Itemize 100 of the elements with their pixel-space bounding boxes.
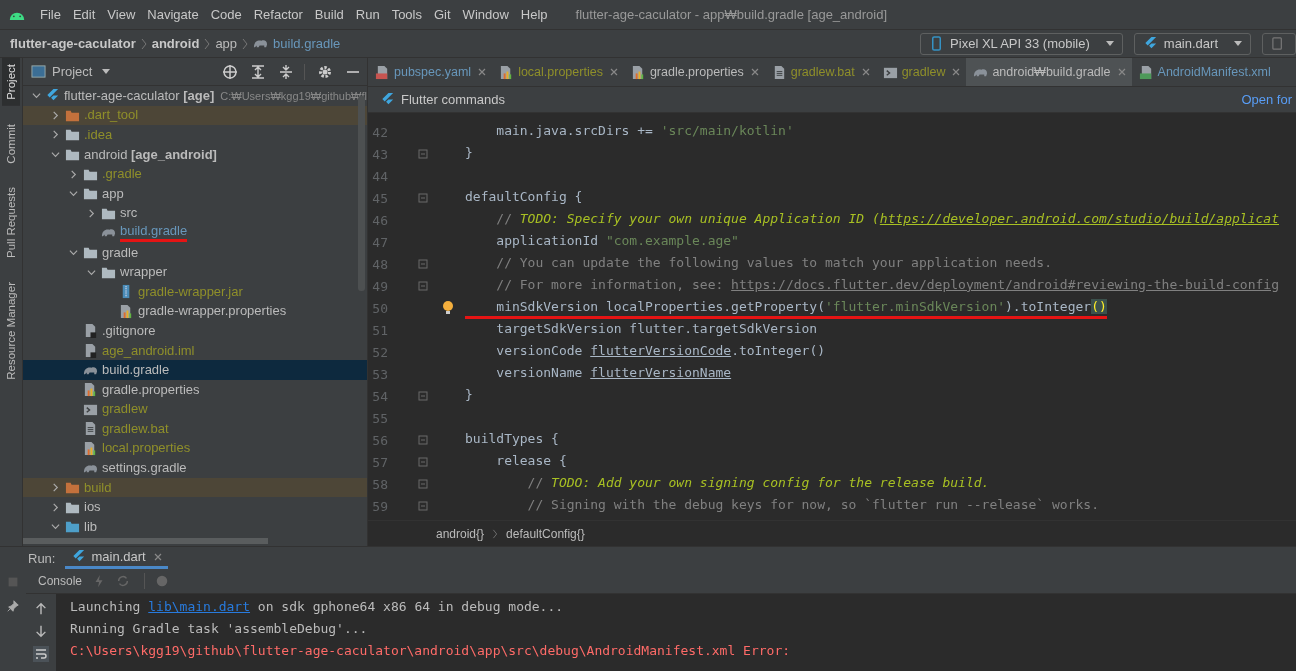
tool-window-tab[interactable]: Commit	[2, 117, 20, 170]
console-tab[interactable]: Console	[38, 574, 83, 588]
fold-marker-icon[interactable]	[418, 259, 428, 269]
breadcrumb-item[interactable]: build.gradle	[273, 36, 341, 51]
menu-item[interactable]: Code	[210, 7, 242, 22]
collapse-all-icon[interactable]	[278, 63, 294, 80]
fold-marker-icon[interactable]	[418, 193, 428, 203]
chevron-down-icon[interactable]	[86, 267, 96, 277]
tree-item[interactable]: lib	[23, 517, 367, 537]
chevron-right-icon[interactable]	[68, 169, 78, 179]
view-dropdown[interactable]: Project	[52, 64, 111, 79]
menu-item[interactable]: Run	[355, 7, 380, 22]
run-tab[interactable]: main.dart	[65, 547, 168, 569]
fold-marker-icon[interactable]	[418, 501, 428, 511]
close-icon[interactable]	[1117, 68, 1126, 76]
device-manager-button[interactable]	[1262, 32, 1296, 55]
close-icon[interactable]	[861, 68, 870, 76]
chevron-down-icon[interactable]	[68, 189, 78, 199]
open-link[interactable]: Open for	[1241, 92, 1292, 107]
chevron-right-icon[interactable]	[86, 208, 96, 218]
tool-window-tab[interactable]: Pull Requests	[2, 181, 20, 265]
tree-item[interactable]: local.properties	[23, 438, 367, 459]
close-icon[interactable]	[153, 552, 162, 561]
tree-item[interactable]: gradle-wrapper.properties	[23, 301, 367, 322]
menu-item[interactable]: Edit	[72, 7, 96, 22]
close-icon[interactable]	[952, 68, 961, 76]
device-dropdown[interactable]: Pixel XL API 33 (mobile)	[920, 32, 1123, 55]
menu-item[interactable]: Git	[434, 7, 451, 22]
locate-icon[interactable]	[222, 63, 238, 80]
close-icon[interactable]	[609, 68, 618, 76]
menu-item[interactable]: Help	[520, 7, 548, 22]
menu-item[interactable]: Tools	[391, 7, 422, 22]
tool-window-tab[interactable]: Resource Manager	[2, 276, 20, 387]
close-icon[interactable]	[478, 68, 487, 76]
arrow-down-icon[interactable]	[34, 624, 48, 638]
editor-tab[interactable]: gradlew.bat	[764, 58, 876, 86]
arrow-up-icon[interactable]	[34, 602, 48, 616]
breadcrumb-item[interactable]: android{}	[436, 526, 485, 541]
breadcrumb-item[interactable]: flutter-age-caculator	[10, 36, 136, 51]
settings-icon[interactable]	[317, 63, 333, 80]
chevron-down-icon[interactable]	[31, 91, 41, 101]
tree-item[interactable]: wrapper	[23, 262, 367, 282]
tree-item[interactable]: ios	[23, 497, 367, 518]
menu-item[interactable]: View	[107, 7, 136, 22]
menu-item[interactable]: File	[40, 7, 61, 22]
run-config-dropdown[interactable]: main.dart	[1133, 32, 1251, 55]
editor-tab[interactable]: pubspec.yaml	[368, 58, 493, 86]
tree-item[interactable]: flutter-age-caculator [age] C:₩Users₩kgg19₩github₩fl	[23, 86, 367, 106]
pin-icon[interactable]	[6, 599, 20, 613]
fold-marker-icon[interactable]	[418, 479, 428, 489]
tree-item[interactable]: settings.gradle	[23, 458, 367, 478]
tree-item[interactable]: gradlew	[23, 399, 367, 420]
tree-item[interactable]: app	[23, 183, 367, 204]
tree-item[interactable]: gradle-wrapper.jar	[23, 281, 367, 302]
menu-item[interactable]: Window	[462, 7, 509, 22]
breadcrumb-item[interactable]: android	[151, 36, 200, 51]
breadcrumb-item[interactable]: defaultConfig{}	[506, 526, 585, 541]
fold-marker-icon[interactable]	[418, 149, 428, 159]
chevron-down-icon[interactable]	[68, 248, 78, 258]
tree-item[interactable]: gradle.properties	[23, 379, 367, 400]
editor-tab[interactable]: gradlew	[875, 58, 967, 86]
tool-window-tab[interactable]: Project	[2, 58, 20, 106]
menu-item[interactable]: Navigate	[147, 7, 199, 22]
editor-tab[interactable]: android₩build.gradle	[966, 58, 1132, 86]
tree-item[interactable]: gradlew.bat	[23, 419, 367, 439]
tree-item[interactable]: gradle	[23, 242, 367, 263]
code-line: }	[465, 385, 473, 404]
chevron-down-icon[interactable]	[50, 522, 60, 532]
editor-tab[interactable]: local.properties	[492, 58, 624, 86]
tree-item-label: src	[120, 205, 138, 222]
soft-wrap-icon[interactable]	[33, 646, 49, 662]
tree-item[interactable]: build.gradle	[23, 223, 367, 243]
breadcrumb-item[interactable]: app	[215, 36, 238, 51]
yaml-file-icon	[375, 64, 390, 80]
fold-marker-icon[interactable]	[418, 457, 428, 467]
tree-item[interactable]: build.gradle	[23, 360, 367, 380]
line-number: 46	[371, 212, 388, 228]
chevron-down-icon[interactable]	[50, 150, 60, 160]
editor-tab[interactable]: gradle.properties	[623, 58, 765, 86]
chevron-right-icon[interactable]	[50, 483, 60, 493]
menu-item[interactable]: Refactor	[253, 7, 303, 22]
expand-all-icon[interactable]	[250, 63, 266, 80]
close-icon[interactable]	[750, 68, 759, 76]
tree-item[interactable]: src	[23, 203, 367, 224]
chevron-right-icon[interactable]	[50, 110, 60, 120]
chevron-right-icon[interactable]	[50, 130, 60, 140]
editor-tab[interactable]: AndroidManifest.xml	[1131, 58, 1277, 86]
fold-marker-icon[interactable]	[418, 391, 428, 401]
chevron-right-icon[interactable]	[50, 502, 60, 512]
tree-item[interactable]: .gradle	[23, 164, 367, 184]
lightbulb-icon[interactable]	[441, 300, 454, 316]
restart-icon[interactable]	[116, 574, 131, 588]
menu-item[interactable]: Build	[314, 7, 344, 22]
tree-item[interactable]: age_android.iml	[23, 340, 367, 361]
scrollbar[interactable]	[23, 538, 268, 544]
fold-marker-icon[interactable]	[418, 281, 428, 291]
tree-item[interactable]: android [age_android]	[23, 144, 367, 165]
tree-item[interactable]: .gitignore	[23, 321, 367, 341]
tree-item[interactable]: .idea	[23, 125, 367, 145]
fold-marker-icon[interactable]	[418, 435, 428, 445]
